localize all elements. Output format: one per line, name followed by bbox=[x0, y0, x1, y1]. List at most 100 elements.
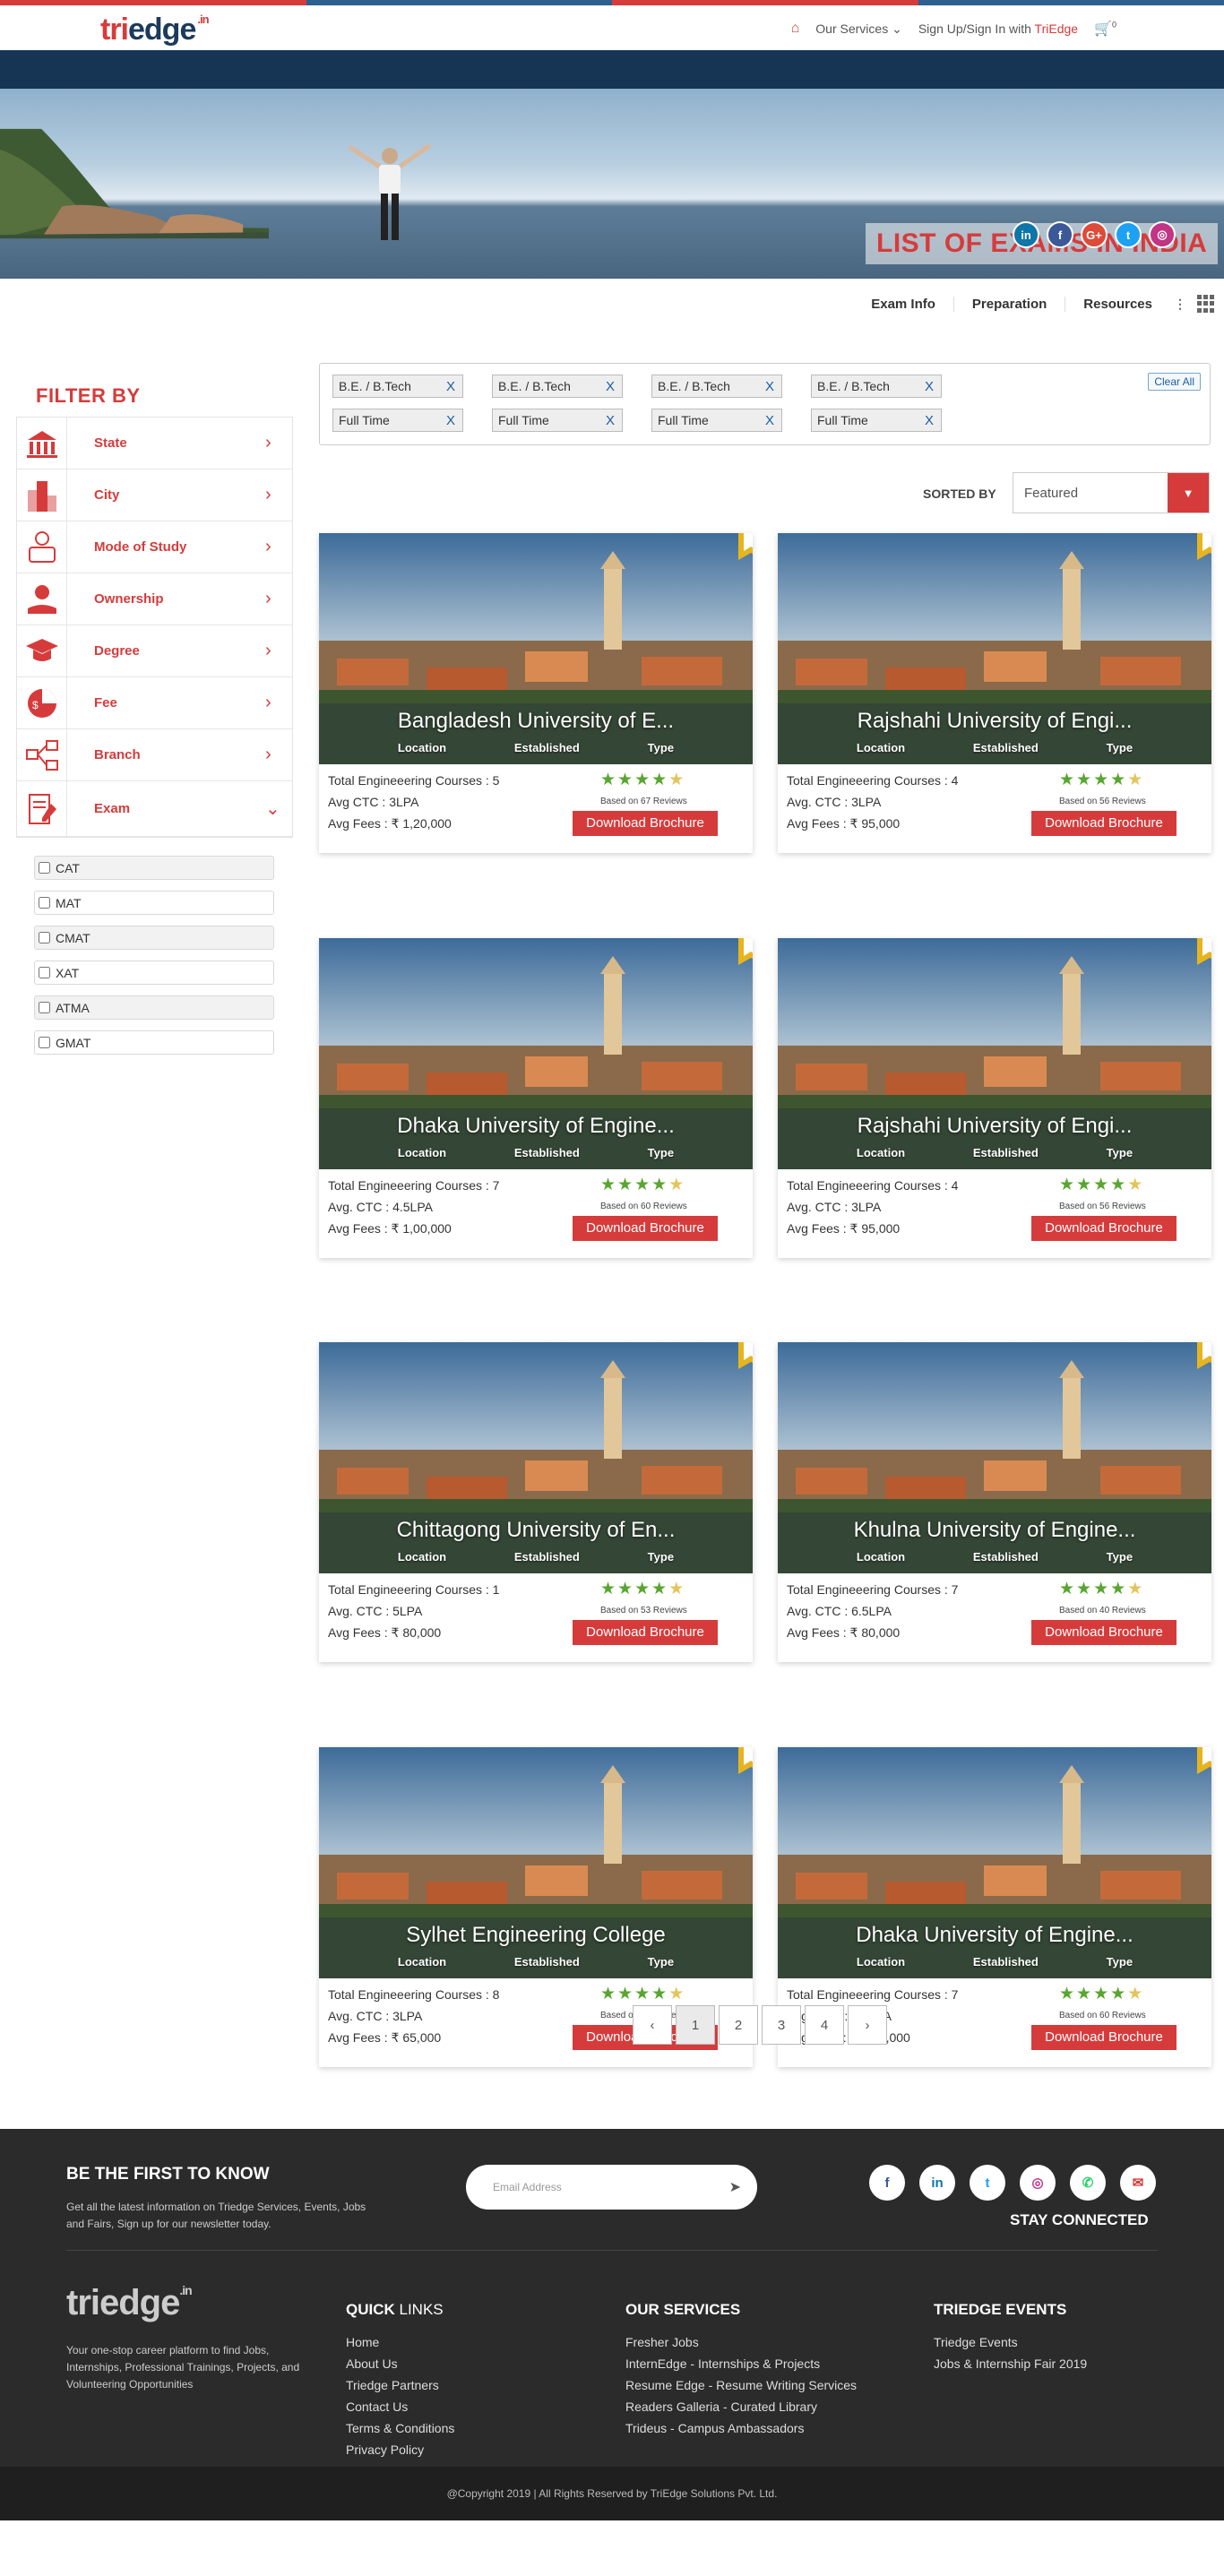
remove-tag-icon[interactable]: X bbox=[925, 413, 934, 428]
service-link[interactable]: Trideus - Campus Ambassadors bbox=[625, 2417, 857, 2439]
quick-link[interactable]: Triedge Partners bbox=[346, 2374, 454, 2396]
chevron-right-icon[interactable]: › bbox=[265, 433, 292, 453]
exam-option[interactable]: CAT bbox=[34, 856, 274, 880]
download-brochure-button[interactable]: Download Brochure bbox=[1031, 1216, 1177, 1241]
next-page-icon[interactable]: › bbox=[848, 2005, 887, 2045]
college-card[interactable]: Khulna University of Engine... Location Es… bbox=[778, 1342, 1211, 1662]
college-card[interactable]: Chittagong University of En... Location Es… bbox=[319, 1342, 753, 1662]
prev-page-icon[interactable]: ‹ bbox=[633, 2005, 672, 2045]
chevron-right-icon[interactable]: › bbox=[265, 745, 292, 765]
college-name[interactable]: Dhaka University of Engine... bbox=[319, 1114, 753, 1139]
newsletter-email-input[interactable]: Email Address ➤ bbox=[466, 2165, 757, 2210]
event-link[interactable]: Jobs & Internship Fair 2019 bbox=[934, 2353, 1087, 2374]
remove-tag-icon[interactable]: X bbox=[925, 379, 934, 394]
subnav-exam-info[interactable]: Exam Info bbox=[853, 297, 953, 312]
linkedin-icon[interactable]: in bbox=[919, 2165, 955, 2201]
remove-tag-icon[interactable]: X bbox=[446, 379, 455, 394]
remove-tag-icon[interactable]: X bbox=[446, 413, 455, 428]
facebook-icon[interactable]: f bbox=[1047, 221, 1073, 248]
caret-down-icon[interactable]: ▼ bbox=[1168, 473, 1209, 513]
whatsapp-icon[interactable]: ✆ bbox=[1070, 2165, 1106, 2201]
tag-degree[interactable]: B.E. / B.Tech X bbox=[492, 375, 623, 398]
our-services-menu[interactable]: Our Services ⌄ bbox=[815, 22, 902, 37]
twitter-icon[interactable]: t bbox=[1115, 221, 1142, 248]
subnav-resources[interactable]: Resources bbox=[1065, 296, 1170, 312]
chevron-right-icon[interactable]: › bbox=[265, 693, 292, 713]
send-icon[interactable]: ➤ bbox=[729, 2178, 741, 2196]
filter-state[interactable]: State › bbox=[17, 418, 292, 470]
facebook-icon[interactable]: f bbox=[869, 2165, 905, 2201]
college-name[interactable]: Bangladesh University of E... bbox=[319, 709, 753, 734]
exam-option[interactable]: GMAT bbox=[34, 1030, 274, 1055]
clear-all-button[interactable]: Clear All bbox=[1148, 373, 1201, 391]
chevron-right-icon[interactable]: › bbox=[265, 537, 292, 557]
download-brochure-button[interactable]: Download Brochure bbox=[573, 1216, 718, 1241]
twitter-icon[interactable]: t bbox=[970, 2165, 1005, 2201]
service-link[interactable]: Readers Galleria - Curated Library bbox=[625, 2396, 857, 2417]
remove-tag-icon[interactable]: X bbox=[606, 379, 615, 394]
instagram-icon[interactable]: ◎ bbox=[1149, 221, 1176, 248]
tag-mode[interactable]: Full Time X bbox=[651, 409, 782, 432]
footer-logo[interactable]: triedge.in bbox=[66, 2283, 193, 2323]
subnav-preparation[interactable]: Preparation bbox=[952, 296, 1065, 312]
page-button[interactable]: 2 bbox=[719, 2005, 758, 2045]
exam-checkbox[interactable] bbox=[39, 967, 50, 978]
service-link[interactable]: InternEdge - Internships & Projects bbox=[625, 2353, 857, 2374]
exam-option[interactable]: MAT bbox=[34, 891, 274, 915]
quick-link[interactable]: Contact Us bbox=[346, 2396, 454, 2417]
college-card[interactable]: Dhaka University of Engine... Location Est… bbox=[319, 938, 753, 1258]
quick-link[interactable]: Privacy Policy bbox=[346, 2439, 454, 2460]
page-button[interactable]: 1 bbox=[676, 2005, 715, 2045]
exam-checkbox[interactable] bbox=[39, 897, 50, 909]
chevron-right-icon[interactable]: › bbox=[265, 589, 292, 609]
linkedin-icon[interactable]: in bbox=[1013, 221, 1039, 248]
email-icon[interactable]: ✉ bbox=[1120, 2165, 1156, 2201]
remove-tag-icon[interactable]: X bbox=[765, 413, 774, 428]
chevron-down-icon[interactable]: ⌄ bbox=[265, 797, 292, 820]
chevron-right-icon[interactable]: › bbox=[265, 641, 292, 661]
remove-tag-icon[interactable]: X bbox=[606, 413, 615, 428]
download-brochure-button[interactable]: Download Brochure bbox=[1031, 811, 1177, 836]
college-name[interactable]: Khulna University of Engine... bbox=[778, 1518, 1211, 1543]
quick-link[interactable]: About Us bbox=[346, 2353, 454, 2374]
filter-branch[interactable]: Branch › bbox=[17, 729, 292, 781]
remove-tag-icon[interactable]: X bbox=[765, 379, 774, 394]
download-brochure-button[interactable]: Download Brochure bbox=[1031, 2025, 1177, 2050]
tag-mode[interactable]: Full Time X bbox=[811, 409, 942, 432]
signin-link[interactable]: Sign Up/Sign In with TriEdge bbox=[918, 22, 1078, 36]
exam-option[interactable]: XAT bbox=[34, 961, 274, 985]
tag-degree[interactable]: B.E. / B.Tech X bbox=[811, 375, 942, 398]
tag-mode[interactable]: Full Time X bbox=[332, 409, 463, 432]
exam-checkbox[interactable] bbox=[39, 862, 50, 874]
service-link[interactable]: Resume Edge - Resume Writing Services bbox=[625, 2374, 857, 2396]
service-link[interactable]: Fresher Jobs bbox=[625, 2331, 857, 2353]
tag-degree[interactable]: B.E. / B.Tech X bbox=[651, 375, 782, 398]
sort-select[interactable]: Featured ▼ bbox=[1013, 472, 1210, 513]
filter-degree[interactable]: Degree › bbox=[17, 625, 292, 677]
exam-checkbox[interactable] bbox=[39, 1037, 50, 1048]
instagram-icon[interactable]: ◎ bbox=[1020, 2165, 1056, 2201]
filter-fee[interactable]: $ Fee › bbox=[17, 677, 292, 729]
filter-ownership[interactable]: Ownership › bbox=[17, 573, 292, 625]
college-card[interactable]: Rajshahi University of Engi... Location Es… bbox=[778, 533, 1211, 853]
event-link[interactable]: Triedge Events bbox=[934, 2331, 1087, 2353]
download-brochure-button[interactable]: Download Brochure bbox=[573, 1620, 718, 1645]
college-name[interactable]: Chittagong University of En... bbox=[319, 1518, 753, 1543]
chevron-right-icon[interactable]: › bbox=[265, 485, 292, 505]
filter-mode-of-study[interactable]: Mode of Study › bbox=[17, 521, 292, 573]
page-button[interactable]: 3 bbox=[762, 2005, 801, 2045]
quick-link[interactable]: Terms & Conditions bbox=[346, 2417, 454, 2439]
logo[interactable]: triedge .in bbox=[100, 13, 210, 47]
exam-checkbox[interactable] bbox=[39, 932, 50, 943]
college-card[interactable]: Rajshahi University of Engi... Location Es… bbox=[778, 938, 1211, 1258]
cart-icon[interactable]: 🛒0 bbox=[1094, 20, 1116, 38]
apps-grid-icon[interactable] bbox=[1197, 295, 1215, 313]
exam-checkbox[interactable] bbox=[39, 1002, 50, 1013]
tag-mode[interactable]: Full Time X bbox=[492, 409, 623, 432]
exam-option[interactable]: CMAT bbox=[34, 926, 274, 950]
google-plus-icon[interactable]: G+ bbox=[1081, 221, 1108, 248]
page-button[interactable]: 4 bbox=[805, 2005, 844, 2045]
quick-link[interactable]: Home bbox=[346, 2331, 454, 2353]
more-dots-icon[interactable]: ⋮ bbox=[1174, 297, 1186, 312]
college-name[interactable]: Rajshahi University of Engi... bbox=[778, 1114, 1211, 1139]
